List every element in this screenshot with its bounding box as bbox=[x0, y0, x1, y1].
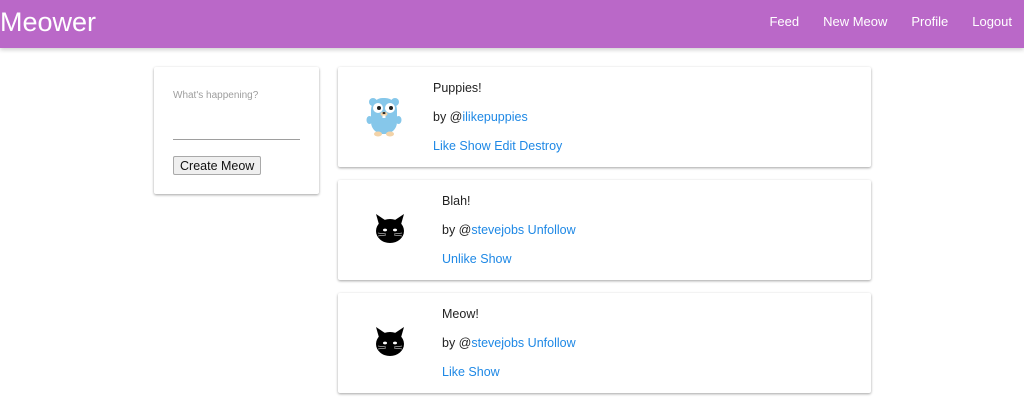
nav-new-meow[interactable]: New Meow bbox=[823, 14, 887, 30]
meow-card: Puppies! by @ilikepuppies Like Show Edit… bbox=[338, 67, 871, 167]
edit-link[interactable]: Edit bbox=[494, 139, 516, 153]
nav-links: Feed New Meow Profile Logout bbox=[745, 14, 1012, 30]
black-cat-icon bbox=[376, 214, 404, 243]
show-link[interactable]: Show bbox=[480, 252, 511, 266]
like-link[interactable]: Like bbox=[442, 365, 465, 379]
brand-logo[interactable]: Meower bbox=[0, 6, 96, 38]
create-meow-button[interactable]: Create Meow bbox=[173, 156, 262, 175]
top-navbar: Meower Feed New Meow Profile Logout bbox=[0, 0, 1024, 48]
author-handle-link[interactable]: stevejobs bbox=[471, 336, 524, 350]
meow-actions: Unlike Show bbox=[442, 252, 512, 267]
author-prefix: by @ bbox=[442, 336, 472, 350]
destroy-link[interactable]: Destroy bbox=[519, 139, 562, 153]
meow-text: Blah! bbox=[442, 194, 471, 208]
nav-profile[interactable]: Profile bbox=[911, 14, 948, 30]
unfollow-link[interactable]: Unfollow bbox=[528, 223, 576, 237]
nav-feed[interactable]: Feed bbox=[769, 14, 799, 30]
like-link[interactable]: Like bbox=[433, 139, 456, 153]
meow-text: Puppies! bbox=[433, 81, 482, 95]
gopher-icon bbox=[366, 98, 402, 137]
author-prefix: by @ bbox=[442, 223, 472, 237]
meow-author: by @stevejobs Unfollow bbox=[442, 336, 576, 351]
compose-label: What's happening? bbox=[173, 90, 259, 101]
nav-logout[interactable]: Logout bbox=[972, 14, 1012, 30]
meow-actions: Like Show Edit Destroy bbox=[433, 139, 562, 154]
meow-author: by @stevejobs Unfollow bbox=[442, 223, 576, 238]
meow-text: Meow! bbox=[442, 307, 479, 321]
meow-author: by @ilikepuppies bbox=[433, 110, 528, 125]
compose-input[interactable] bbox=[173, 105, 300, 140]
unfollow-link[interactable]: Unfollow bbox=[528, 336, 576, 350]
compose-card: What's happening? Create Meow bbox=[154, 67, 319, 194]
black-cat-icon bbox=[376, 327, 404, 356]
author-handle-link[interactable]: stevejobs bbox=[471, 223, 524, 237]
show-link[interactable]: Show bbox=[468, 365, 499, 379]
unlike-link[interactable]: Unlike bbox=[442, 252, 477, 266]
meow-actions: Like Show bbox=[442, 365, 500, 380]
meow-card: Blah! by @stevejobs Unfollow Unlike Show bbox=[338, 180, 871, 280]
meow-card: Meow! by @stevejobs Unfollow Like Show bbox=[338, 293, 871, 393]
author-prefix: by @ bbox=[433, 110, 463, 124]
show-link[interactable]: Show bbox=[459, 139, 490, 153]
author-handle-link[interactable]: ilikepuppies bbox=[462, 110, 527, 124]
